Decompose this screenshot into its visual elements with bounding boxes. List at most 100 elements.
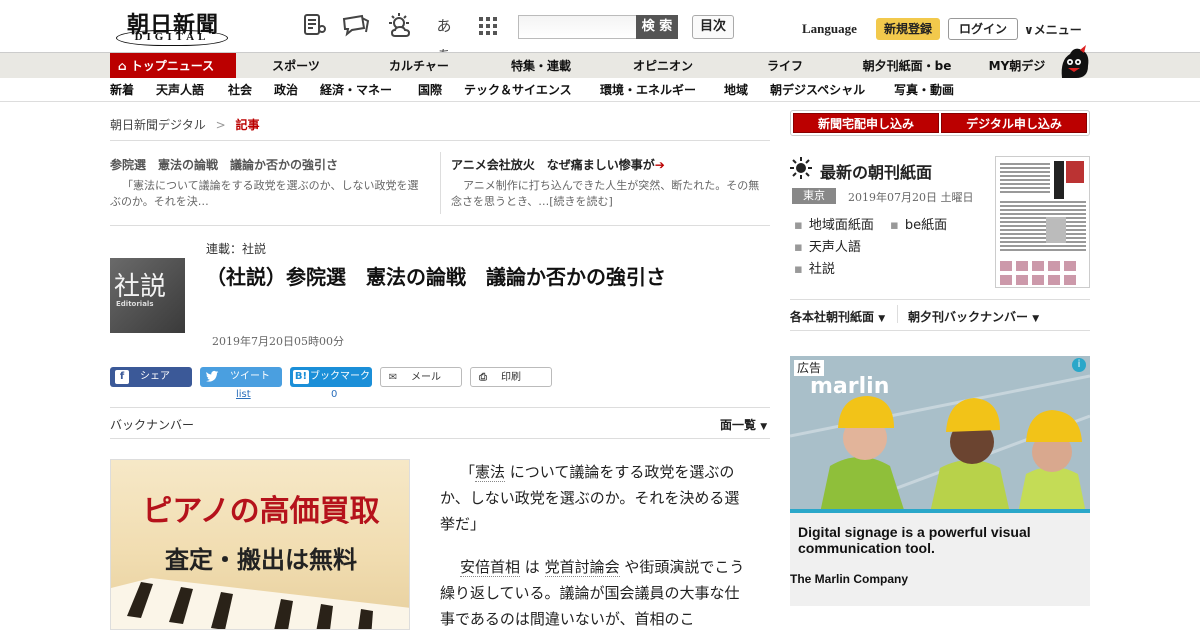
tab-sports[interactable]: スポーツ xyxy=(256,53,336,79)
subnav-new[interactable]: 新着 xyxy=(110,78,134,102)
tab-culture[interactable]: カルチャー xyxy=(374,53,464,79)
ad-company[interactable]: The Marlin Company xyxy=(790,572,908,586)
article-paragraph-1: 「憲法 について議論をする政党を選ぶのか、しない政党を選ぶのか。それを決める選挙… xyxy=(440,459,750,537)
tab-top-news-label: トップニュース xyxy=(130,59,215,73)
tweet-button[interactable]: ツイート xyxy=(200,367,282,387)
thumb-main-text: 社説 xyxy=(114,272,167,302)
subnav-tech[interactable]: テック＆サイエンス xyxy=(464,78,572,102)
caret-down-icon: ▼ xyxy=(878,314,886,324)
series-label[interactable]: 連載：社説 xyxy=(206,240,266,257)
related-title-2: アニメ会社放火 なぜ痛ましい惨事が xyxy=(451,158,655,172)
select-regional-paper[interactable]: 各本社朝刊紙面 ▼ xyxy=(790,308,885,325)
chevron-down-icon: ∨ xyxy=(1024,23,1034,37)
subnav-photo[interactable]: 写真・動画 xyxy=(894,78,954,102)
print-button[interactable]: ⎙ 印刷 xyxy=(470,367,552,387)
tweet-count[interactable]: list xyxy=(236,389,251,400)
mail-label: メール xyxy=(411,372,441,383)
related-title-1[interactable]: 参院選 憲法の論戦 議論か否かの強引さ xyxy=(110,156,338,173)
search-input[interactable] xyxy=(518,15,638,39)
related-text-1[interactable]: 「憲法について議論をする政党を選ぶのか、しない政党を選ぶのか。それを決… xyxy=(110,178,426,210)
breadcrumb-home[interactable]: 朝日新聞デジタル xyxy=(110,118,206,132)
subnav-politics[interactable]: 政治 xyxy=(274,78,298,102)
caret-down-icon: ▼ xyxy=(760,422,768,432)
caret-down-icon: ▼ xyxy=(1032,314,1040,324)
ad-info-icon[interactable]: i xyxy=(1072,358,1086,372)
latest-paper-title[interactable]: 最新の朝刊紙面 xyxy=(820,159,932,183)
main-nav: ⌂ トップニュース スポーツ カルチャー 特集・連載 オピニオン ライフ 朝夕刊… xyxy=(0,52,1200,79)
ad-headline[interactable]: Digital signage is a powerful visual com… xyxy=(798,524,1088,556)
chat-icon[interactable] xyxy=(342,12,370,40)
select-regional-paper-label: 各本社朝刊紙面 xyxy=(790,310,875,324)
subnav-tensei[interactable]: 天声人語 xyxy=(156,78,204,102)
menu-button[interactable]: ∨メニュー xyxy=(1024,21,1082,38)
twitter-icon xyxy=(205,370,219,384)
newspaper-thumbnail[interactable] xyxy=(995,156,1090,288)
logo-sub[interactable]: DIGITAL xyxy=(116,30,228,46)
register-button[interactable]: 新規登録 xyxy=(876,18,940,40)
tab-life[interactable]: ライフ xyxy=(750,53,820,79)
weather-icon[interactable] xyxy=(386,12,414,40)
related-text-2[interactable]: アニメ制作に打ち込んできた人生が突然、断たれた。その無念さを思うとき、…[続きを… xyxy=(451,178,767,210)
hatena-count[interactable]: 0 xyxy=(331,389,337,400)
tab-my[interactable]: MY朝デジ xyxy=(980,53,1054,79)
breadcrumb-current: 記事 xyxy=(235,118,260,132)
hatena-bookmark-button[interactable]: B! ブックマーク xyxy=(290,367,372,387)
print-label: 印刷 xyxy=(501,372,521,383)
thumb-sub-text: Editorials xyxy=(116,300,154,308)
contents-button[interactable]: 目次 xyxy=(692,15,734,39)
language-link[interactable]: Language xyxy=(802,21,857,37)
article-date: 2019年7月20日05時00分 xyxy=(212,335,344,348)
all-pages-dropdown[interactable]: 面一覧 ▼ xyxy=(720,416,767,433)
keyword-kenpo[interactable]: 憲法 xyxy=(475,463,506,482)
subnav-local[interactable]: 地域 xyxy=(724,78,748,102)
home-icon: ⌂ xyxy=(118,59,127,73)
subnav-environment[interactable]: 環境・エネルギー xyxy=(600,78,696,102)
subscribe-paper-button[interactable]: 新聞宅配申し込み xyxy=(793,113,939,133)
subnav-special[interactable]: 朝デジスペシャル xyxy=(770,78,865,102)
facebook-icon: f xyxy=(115,370,129,384)
grid-icon[interactable] xyxy=(474,12,502,40)
keyword-abe[interactable]: 安倍首相 xyxy=(460,558,521,577)
newspaper-icon xyxy=(996,157,1089,287)
backnumber-label[interactable]: バックナンバー xyxy=(110,416,194,433)
tab-paper[interactable]: 朝夕刊紙面・be xyxy=(852,53,962,79)
tab-opinion[interactable]: オピニオン xyxy=(618,53,708,79)
piano-ad[interactable]: ピアノの高価買取 査定・搬出は無料 xyxy=(110,459,410,630)
bullet-icon: ▪ xyxy=(794,240,803,255)
facebook-label: シェア xyxy=(140,371,170,382)
link-tensei-label: 天声人語 xyxy=(808,240,861,255)
font-size-icon[interactable]: あぁ xyxy=(430,12,458,63)
search-button[interactable]: 検 索 xyxy=(636,15,678,39)
arrow-right-icon: ➔ xyxy=(654,158,665,172)
region-badge: 東京 xyxy=(792,188,836,204)
tab-features[interactable]: 特集・連載 xyxy=(496,53,586,79)
select-backnumber[interactable]: 朝夕刊バックナンバー ▼ xyxy=(908,308,1039,325)
list-icon[interactable] xyxy=(300,12,328,40)
paper-date: 2019年07月20日 土曜日 xyxy=(848,191,974,204)
ad-image: 広告 marlin i xyxy=(790,356,1090,513)
bullet-icon: ▪ xyxy=(794,218,803,233)
subnav-society[interactable]: 社会 xyxy=(228,78,252,102)
mail-icon: ✉ xyxy=(388,372,398,383)
piano-keys-icon xyxy=(111,578,409,629)
link-local-paper[interactable]: ▪ 地域面紙面 xyxy=(794,214,874,233)
subnav-economy[interactable]: 経済・マネー xyxy=(320,78,392,102)
login-button[interactable]: ログイン xyxy=(948,18,1018,40)
link-tensei[interactable]: ▪ 天声人語 xyxy=(794,236,861,255)
related-link-2[interactable]: アニメ会社放火 なぜ痛ましい惨事が➔ xyxy=(451,156,665,173)
link-be-paper-label: be紙面 xyxy=(904,218,948,233)
tab-top-news[interactable]: ⌂ トップニュース xyxy=(110,53,236,79)
editorial-thumbnail: 社説 Editorials xyxy=(110,258,185,333)
mail-button[interactable]: ✉ メール xyxy=(380,367,462,387)
subnav-world[interactable]: 国際 xyxy=(418,78,442,102)
marlin-ad[interactable]: 広告 marlin i Digital signage is a powerfu… xyxy=(790,356,1090,606)
p2-part-b: は xyxy=(520,558,545,576)
link-editorial[interactable]: ▪ 社説 xyxy=(794,258,835,277)
sun-icon xyxy=(790,157,812,179)
mascot-icon[interactable] xyxy=(1056,44,1092,80)
link-be-paper[interactable]: ▪ be紙面 xyxy=(890,214,947,233)
article-title: （社説）参院選 憲法の論戦 議論か否かの強引さ xyxy=(206,265,666,289)
keyword-debate[interactable]: 党首討論会 xyxy=(544,558,620,577)
facebook-share-button[interactable]: f シェア xyxy=(110,367,192,387)
subscribe-digital-button[interactable]: デジタル申し込み xyxy=(941,113,1087,133)
